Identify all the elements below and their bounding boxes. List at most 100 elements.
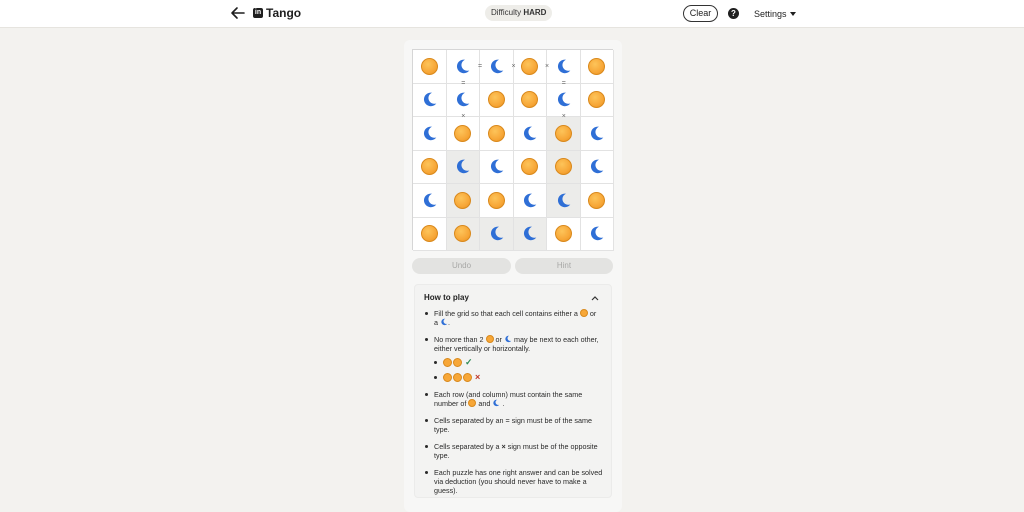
rule-text: Fill the grid so that each cell contains… [434, 309, 578, 318]
equal-constraint-icon: = [477, 62, 483, 70]
rules-list: Fill the grid so that each cell contains… [425, 309, 605, 503]
moon-icon [524, 226, 537, 241]
grid-cell[interactable] [446, 83, 480, 117]
moon-icon [591, 126, 604, 140]
grid-cell[interactable] [547, 150, 581, 184]
sun-icon [554, 124, 572, 142]
moon-icon [557, 59, 571, 73]
grid-cell[interactable] [446, 184, 480, 218]
rule-text: No more than 2 [434, 335, 484, 344]
undo-button[interactable]: Undo [412, 258, 511, 274]
opposite-constraint-icon: × [561, 113, 566, 120]
grid-cell[interactable] [446, 50, 480, 84]
grid-cell[interactable] [580, 184, 614, 218]
opposite-constraint-icon: × [511, 62, 516, 70]
grid-cell[interactable] [480, 50, 514, 84]
grid-cell[interactable] [547, 184, 581, 218]
brand: in Tango [253, 6, 301, 20]
how-to-play-title: How to play [424, 293, 469, 302]
rule-text: Each row (and column) must contain the s… [434, 390, 583, 408]
grid-cell[interactable] [513, 83, 547, 117]
grid-cell[interactable] [480, 117, 514, 151]
grid-cell[interactable] [580, 117, 614, 151]
sun-icon [579, 309, 588, 317]
sun-icon [521, 91, 539, 109]
top-bar: in Tango Difficulty HARD Clear ? Setting… [0, 0, 1024, 28]
sun-icon [453, 373, 462, 382]
grid-cell[interactable] [480, 150, 514, 184]
grid-cell[interactable] [413, 117, 447, 151]
sun-icon [468, 399, 477, 407]
clear-button[interactable]: Clear [683, 5, 718, 22]
rule-text: Each puzzle has one right answer and can… [434, 468, 603, 495]
settings-menu[interactable]: Settings [754, 9, 796, 19]
rule-text: or [495, 335, 502, 344]
sun-icon [588, 191, 606, 209]
grid-cell[interactable] [513, 117, 547, 151]
grid-cell[interactable] [480, 83, 514, 117]
grid-cell[interactable] [413, 150, 447, 184]
grid-cell[interactable] [446, 117, 480, 151]
grid-cell[interactable] [547, 117, 581, 151]
sun-icon [554, 158, 572, 176]
rule-text: and [478, 399, 491, 408]
rule-item: Fill the grid so that each cell contains… [425, 309, 605, 327]
sun-icon [554, 225, 572, 243]
sun-icon [453, 358, 462, 367]
grid-cell[interactable] [413, 83, 447, 117]
moon-icon [457, 159, 470, 174]
check-icon: ✓ [465, 357, 473, 367]
moon-icon [490, 159, 504, 174]
example-invalid: × [434, 373, 605, 382]
opposite-constraint-icon: × [544, 62, 550, 70]
moon-icon [557, 193, 571, 207]
adjacency-examples: ✓ × [434, 358, 605, 382]
grid-cell[interactable] [580, 217, 614, 251]
sun-icon [521, 158, 539, 176]
back-arrow-icon[interactable] [230, 5, 246, 21]
sun-icon [454, 124, 472, 142]
grid-cell[interactable] [580, 150, 614, 184]
grid-cell[interactable] [413, 50, 447, 84]
game-grid: = × × = = × × [412, 49, 614, 251]
rule-text: . [448, 318, 450, 327]
sun-icon [443, 358, 452, 367]
chevron-up-icon[interactable] [591, 294, 599, 302]
difficulty-value: HARD [523, 8, 547, 17]
moon-icon [423, 92, 437, 107]
hint-button[interactable]: Hint [515, 258, 613, 274]
grid-cell[interactable] [446, 217, 480, 251]
grid-cell[interactable] [580, 50, 614, 84]
moon-icon [524, 193, 537, 207]
rule-text: Cells separated by an = sign must be of … [434, 416, 593, 434]
grid-cell[interactable] [513, 50, 547, 84]
grid-cell[interactable] [547, 50, 581, 84]
sun-icon [521, 57, 539, 75]
chevron-down-icon [789, 12, 796, 16]
moon-icon [490, 59, 504, 73]
cross-icon: × [475, 372, 481, 382]
grid-cell[interactable] [547, 217, 581, 251]
difficulty-badge: Difficulty HARD [485, 5, 553, 21]
help-icon[interactable]: ? [728, 8, 739, 19]
sun-icon [485, 335, 494, 343]
grid-cell[interactable] [413, 184, 447, 218]
grid-cell[interactable] [513, 217, 547, 251]
moon-icon [505, 335, 512, 343]
grid-cell[interactable] [513, 150, 547, 184]
sun-icon [588, 57, 606, 75]
grid-cell[interactable] [547, 83, 581, 117]
moon-icon [441, 318, 448, 326]
rule-text: Cells separated by a [434, 442, 500, 451]
rule-text: a [434, 318, 438, 327]
sun-icon [588, 91, 606, 109]
grid-cell[interactable] [446, 150, 480, 184]
grid-cell[interactable] [480, 217, 514, 251]
sun-icon [487, 124, 505, 142]
linkedin-logo-icon: in [253, 8, 263, 18]
grid-cell[interactable] [413, 217, 447, 251]
grid-cell[interactable] [513, 184, 547, 218]
grid-cell[interactable] [580, 83, 614, 117]
grid-cell[interactable] [480, 184, 514, 218]
moon-icon [493, 399, 500, 407]
